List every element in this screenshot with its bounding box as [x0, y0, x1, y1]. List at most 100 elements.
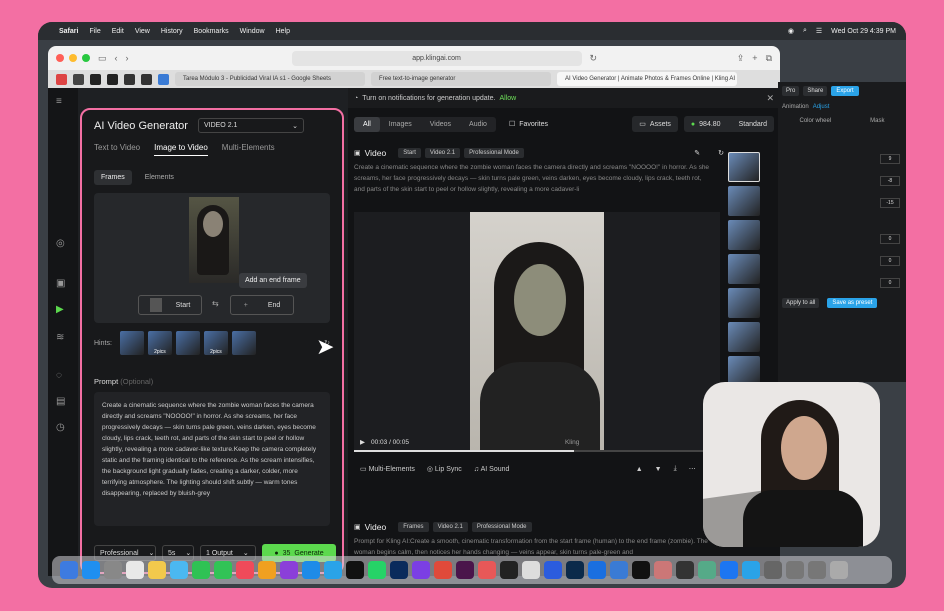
play-icon[interactable]: ▶ — [360, 438, 365, 446]
app-icon[interactable] — [698, 561, 716, 579]
download-icon[interactable]: ⤓ — [674, 465, 677, 473]
export-button[interactable]: Export — [831, 86, 859, 96]
swap-icon[interactable]: ⇆ — [212, 299, 219, 308]
subtab-elements[interactable]: Elements — [138, 170, 181, 185]
history-thumbnail[interactable] — [728, 152, 760, 182]
filter-images[interactable]: Images — [380, 117, 421, 132]
allow-notifications-link[interactable]: Allow — [499, 95, 516, 102]
end-frame-button[interactable]: + End — [230, 295, 294, 315]
filter-all[interactable]: All — [354, 116, 380, 132]
app-icon[interactable] — [632, 561, 650, 579]
trash-icon[interactable] — [830, 561, 848, 579]
assets-icon[interactable]: ◌ — [56, 370, 68, 382]
bookmark-icon[interactable] — [107, 73, 118, 85]
address-bar[interactable]: app.klingai.com — [291, 50, 582, 66]
facetime-icon[interactable] — [214, 561, 232, 579]
bookmark-icon[interactable] — [158, 73, 169, 85]
books-icon[interactable] — [258, 561, 276, 579]
share-button[interactable]: Share — [803, 86, 828, 96]
chatgpt-icon[interactable] — [522, 561, 540, 579]
ai-sound-action[interactable]: ♫ AI Sound — [474, 466, 510, 473]
safari-icon[interactable] — [82, 561, 100, 579]
bookmark-icon[interactable] — [141, 73, 152, 85]
menu-file[interactable]: File — [89, 28, 100, 35]
menu-icon[interactable]: ≡ — [56, 96, 68, 108]
app-icon[interactable] — [610, 561, 628, 579]
save-preset-button[interactable]: Save as preset — [827, 298, 878, 308]
video-progress-bar[interactable] — [354, 450, 720, 452]
tab-text-to-image[interactable]: Free text-to-image generator — [371, 72, 551, 86]
menu-bookmarks[interactable]: Bookmarks — [194, 28, 229, 35]
tab-text-to-video[interactable]: Text to Video — [94, 143, 140, 156]
app-icon[interactable] — [654, 561, 672, 579]
tab-adjust[interactable]: Adjust — [813, 104, 830, 110]
filter-videos[interactable]: Videos — [421, 117, 460, 132]
video-player[interactable] — [354, 212, 720, 450]
audio-icon[interactable]: ≋ — [56, 332, 68, 344]
hint-thumbnail[interactable] — [231, 331, 256, 355]
app-icon[interactable] — [544, 561, 562, 579]
adjust-value[interactable]: 9 — [880, 154, 900, 164]
close-icon[interactable]: ✕ — [766, 93, 774, 104]
tab-google-sheets[interactable]: Tarea Módulo 3 - Publicidad Viral IA s1 … — [175, 72, 365, 86]
powerpoint-icon[interactable] — [434, 561, 452, 579]
podcasts-icon[interactable] — [280, 561, 298, 579]
video-icon[interactable]: ▶ — [56, 304, 68, 316]
menu-window[interactable]: Window — [240, 28, 265, 35]
favorites-toggle[interactable]: ☐ Favorites — [502, 116, 555, 132]
adjust-value[interactable]: -8 — [880, 176, 900, 186]
finder-icon[interactable] — [60, 561, 78, 579]
history-thumbnail[interactable] — [728, 254, 760, 284]
menu-safari[interactable]: Safari — [59, 28, 78, 35]
history-thumbnail[interactable] — [728, 288, 760, 318]
bookmark-icon[interactable] — [124, 73, 135, 85]
edit-icon[interactable]: ✎ — [694, 149, 700, 157]
notes-icon[interactable] — [148, 561, 166, 579]
adjust-value[interactable]: -15 — [880, 198, 900, 208]
capcut-icon[interactable] — [500, 561, 518, 579]
apply-all-button[interactable]: Apply to all — [782, 298, 820, 308]
music-icon[interactable] — [236, 561, 254, 579]
photoshop-icon[interactable] — [390, 561, 408, 579]
menu-help[interactable]: Help — [276, 28, 290, 35]
bookmark-icon[interactable] — [73, 73, 84, 85]
onenote-icon[interactable] — [412, 561, 430, 579]
hint-thumbnail[interactable] — [119, 331, 144, 355]
subtab-frames[interactable]: Frames — [94, 170, 132, 185]
messages-icon[interactable] — [192, 561, 210, 579]
filter-audio[interactable]: Audio — [460, 117, 496, 132]
hint-thumbnail[interactable] — [175, 331, 200, 355]
tab-mask[interactable]: Mask — [870, 118, 884, 124]
share-icon[interactable]: ⇪ — [737, 53, 745, 64]
tab-image-to-video[interactable]: Image to Video — [154, 143, 208, 156]
app-icon[interactable] — [742, 561, 760, 579]
menu-view[interactable]: View — [135, 28, 150, 35]
history-icon[interactable]: ◷ — [56, 422, 68, 434]
history-thumbnail[interactable] — [728, 220, 760, 250]
tab-animation[interactable]: Animation — [782, 104, 809, 110]
menu-history[interactable]: History — [161, 28, 183, 35]
gmail-icon[interactable] — [56, 73, 67, 85]
multi-elements-action[interactable]: ▭ Multi-Elements — [360, 465, 415, 473]
calendar-icon[interactable] — [126, 561, 144, 579]
tab-kling-ai[interactable]: AI Video Generator | Animate Photos & Fr… — [557, 72, 737, 86]
menu-edit[interactable]: Edit — [112, 28, 124, 35]
new-tab-icon[interactable]: + — [752, 53, 757, 63]
bluetooth-icon[interactable] — [720, 561, 738, 579]
zoom-icon[interactable] — [588, 561, 606, 579]
tiktok-icon[interactable] — [346, 561, 364, 579]
document-icon[interactable]: ▤ — [56, 396, 68, 408]
back-icon[interactable]: ‹ — [115, 53, 118, 63]
slack-icon[interactable] — [456, 561, 474, 579]
bookmark-icon[interactable] — [90, 73, 101, 85]
more-icon[interactable]: ⋯ — [689, 465, 696, 473]
recent-window-icon[interactable] — [764, 561, 782, 579]
adjust-value[interactable]: 0 — [880, 234, 900, 244]
telegram-icon[interactable] — [324, 561, 342, 579]
control-center-icon[interactable]: ☰ — [816, 27, 822, 35]
image-icon[interactable]: ▣ — [56, 278, 68, 290]
app-icon[interactable] — [566, 561, 584, 579]
lip-sync-action[interactable]: ◎ Lip Sync — [427, 465, 462, 473]
recent-window-icon[interactable] — [808, 561, 826, 579]
tab-overview-icon[interactable]: ⧉ — [766, 53, 772, 64]
